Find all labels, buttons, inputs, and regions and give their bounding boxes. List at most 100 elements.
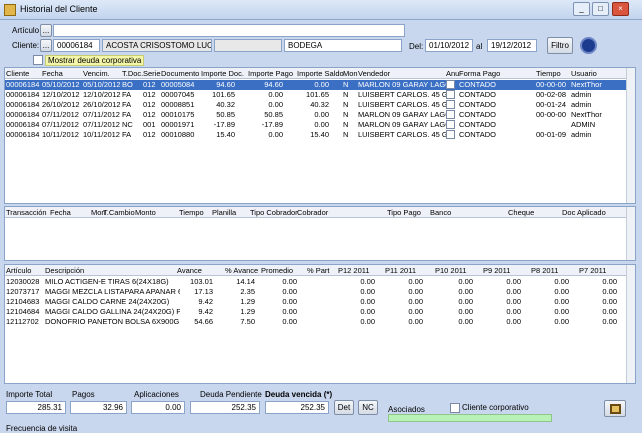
col-pct-part[interactable]: % Part [307, 266, 330, 275]
nc-button[interactable]: NC [358, 400, 378, 415]
minimize-button[interactable]: _ [573, 2, 590, 16]
search-icon[interactable] [580, 37, 597, 54]
date-from-input[interactable]: 01/10/2012 [425, 39, 473, 52]
col-usuario[interactable]: Usuario [571, 69, 597, 78]
document-cell: 94.60 [216, 80, 235, 89]
col-vendedor[interactable]: Vendedor [358, 69, 390, 78]
col-tiempo[interactable]: Tiempo [536, 69, 561, 78]
item-cell: 1.29 [240, 297, 255, 306]
item-cell: 0.00 [554, 287, 569, 296]
col-t-cambio[interactable]: T.Cambio [103, 208, 135, 217]
col-t-banco[interactable]: Banco [430, 208, 451, 217]
document-row[interactable]: 00006184 10/11/2012 10/11/2012 FA 012 0001088… [5, 130, 635, 140]
col-p9[interactable]: P9 2011 [483, 266, 510, 275]
col-vencim[interactable]: Vencim. [83, 69, 110, 78]
col-importe-doc[interactable]: Importe Doc. [201, 69, 244, 78]
col-p10[interactable]: P10 2011 [435, 266, 467, 275]
col-t-monto[interactable]: Monto [135, 208, 156, 217]
cliente-name-field: ACOSTA CRISOSTOMO LUCIO [102, 39, 212, 52]
col-importe-saldo[interactable]: Importe Saldo [297, 69, 344, 78]
col-forma-pago[interactable]: Forma Pago [459, 69, 500, 78]
item-row[interactable]: 12073717 MAGGI MEZCLA LISTAPARA APANAR 6 1… [5, 287, 635, 297]
document-cell: 012 [143, 110, 156, 119]
articulo-browse-button[interactable]: ... [40, 24, 52, 37]
col-p8[interactable]: P8 2011 [531, 266, 558, 275]
col-importe-pago[interactable]: Importe Pago [248, 69, 293, 78]
col-mon[interactable]: Mon [343, 69, 358, 78]
close-button[interactable]: × [612, 2, 629, 16]
col-p11[interactable]: P11 2011 [385, 266, 416, 275]
document-cell: CONTADO [459, 110, 496, 119]
col-cliente[interactable]: Cliente [6, 69, 29, 78]
document-row[interactable]: 00006184 26/10/2012 26/10/2012 FA 012 0000885… [5, 100, 635, 110]
document-cell [446, 110, 455, 119]
documents-scrollbar[interactable] [626, 68, 635, 203]
document-cell: 101.65 [306, 90, 329, 99]
document-cell: 0.00 [314, 120, 329, 129]
item-cell: 54.66 [194, 317, 213, 326]
col-promedio[interactable]: Promedio [261, 266, 293, 275]
deuda-pendiente-field: 252.35 [190, 401, 260, 414]
item-cell: 0.00 [554, 317, 569, 326]
document-row[interactable]: 00006184 12/10/2012 12/10/2012 FA 012 0000704… [5, 90, 635, 100]
items-scrollbar[interactable] [626, 265, 635, 383]
date-to-input[interactable]: 19/12/2012 [487, 39, 537, 52]
col-articulo[interactable]: Artículo [6, 266, 31, 275]
col-p7[interactable]: P7 2011 [579, 266, 606, 275]
exit-button[interactable] [604, 400, 626, 417]
col-t-cobrador[interactable]: Cobrador [297, 208, 328, 217]
col-anu[interactable]: Anu [446, 69, 459, 78]
col-tdoc[interactable]: T.Doc. [122, 69, 143, 78]
col-avance[interactable]: Avance [177, 266, 202, 275]
document-cell: FA [122, 130, 132, 139]
cliente-code-input[interactable]: 00006184 [53, 39, 100, 52]
col-pct-avance[interactable]: % Avance [225, 266, 258, 275]
col-t-fecha[interactable]: Fecha [50, 208, 71, 217]
document-cell: -17.89 [261, 120, 283, 129]
col-transaccion[interactable]: Transacción [6, 208, 47, 217]
document-cell: 94.60 [264, 80, 283, 89]
col-serie[interactable]: Serie [143, 69, 161, 78]
importe-total-label: Importe Total [6, 390, 53, 399]
col-t-planilla[interactable]: Planilla [212, 208, 236, 217]
item-row[interactable]: 12112702 DONOFRIO PANETON BOLSA 6X900G 54.… [5, 317, 635, 327]
item-cell: 12030028 [6, 277, 40, 286]
maximize-button[interactable]: □ [592, 2, 609, 16]
transactions-scrollbar[interactable] [626, 207, 635, 260]
document-row[interactable]: 00006184 07/11/2012 07/11/2012 NC 001 0000197… [5, 120, 635, 130]
col-fecha[interactable]: Fecha [42, 69, 63, 78]
col-t-tipo-cobrador[interactable]: Tipo Cobrador [250, 208, 298, 217]
document-row[interactable]: 00006184 05/10/2012 05/10/2012 BO 012 0000508… [5, 80, 635, 90]
col-t-cheque[interactable]: Cheque [508, 208, 534, 217]
item-cell: 0.00 [602, 287, 617, 296]
corp-client-checkbox[interactable] [450, 403, 460, 413]
item-row[interactable]: 12104683 MAGGI CALDO CARNE 24(24X20G) 9.42… [5, 297, 635, 307]
document-cell: 00010880 [161, 130, 195, 139]
document-cell: 00006184 [6, 100, 40, 109]
articulo-input[interactable] [53, 24, 405, 37]
document-cell: 00006184 [6, 120, 40, 129]
item-cell: 0.00 [602, 307, 617, 316]
col-t-tiempo[interactable]: Tiempo [179, 208, 204, 217]
item-cell: 0.00 [506, 297, 521, 306]
col-documento[interactable]: Documento [161, 69, 199, 78]
cliente-type-field: BODEGA [284, 39, 402, 52]
filtro-button[interactable]: Filtro [547, 37, 573, 54]
col-t-doc-aplicado[interactable]: Doc Aplicado [562, 208, 606, 217]
title-bar: Historial del Cliente _ □ × [0, 0, 642, 20]
col-p12[interactable]: P12 2011 [338, 266, 370, 275]
item-row[interactable]: 12030028 MILO ACTIGEN-E TIRAS 6(24X18G) 10… [5, 277, 635, 287]
col-t-tipo-pago[interactable]: Tipo Pago [387, 208, 421, 217]
item-row[interactable]: 12104684 MAGGI CALDO GALLINA 24(24X20G) P… [5, 307, 635, 317]
corp-debt-checkbox[interactable] [33, 55, 43, 65]
document-cell: 00001971 [161, 120, 195, 129]
document-cell: 001 [143, 120, 156, 129]
document-row[interactable]: 00006184 07/11/2012 07/11/2012 FA 012 0001017… [5, 110, 635, 120]
document-cell: CONTADO [459, 100, 496, 109]
det-button[interactable]: Det [334, 400, 354, 415]
col-descripcion[interactable]: Descripción [45, 266, 84, 275]
document-cell: 101.65 [212, 90, 235, 99]
document-cell: 00006184 [6, 110, 40, 119]
item-cell: 103.01 [190, 277, 213, 286]
cliente-browse-button[interactable]: ... [40, 39, 52, 52]
